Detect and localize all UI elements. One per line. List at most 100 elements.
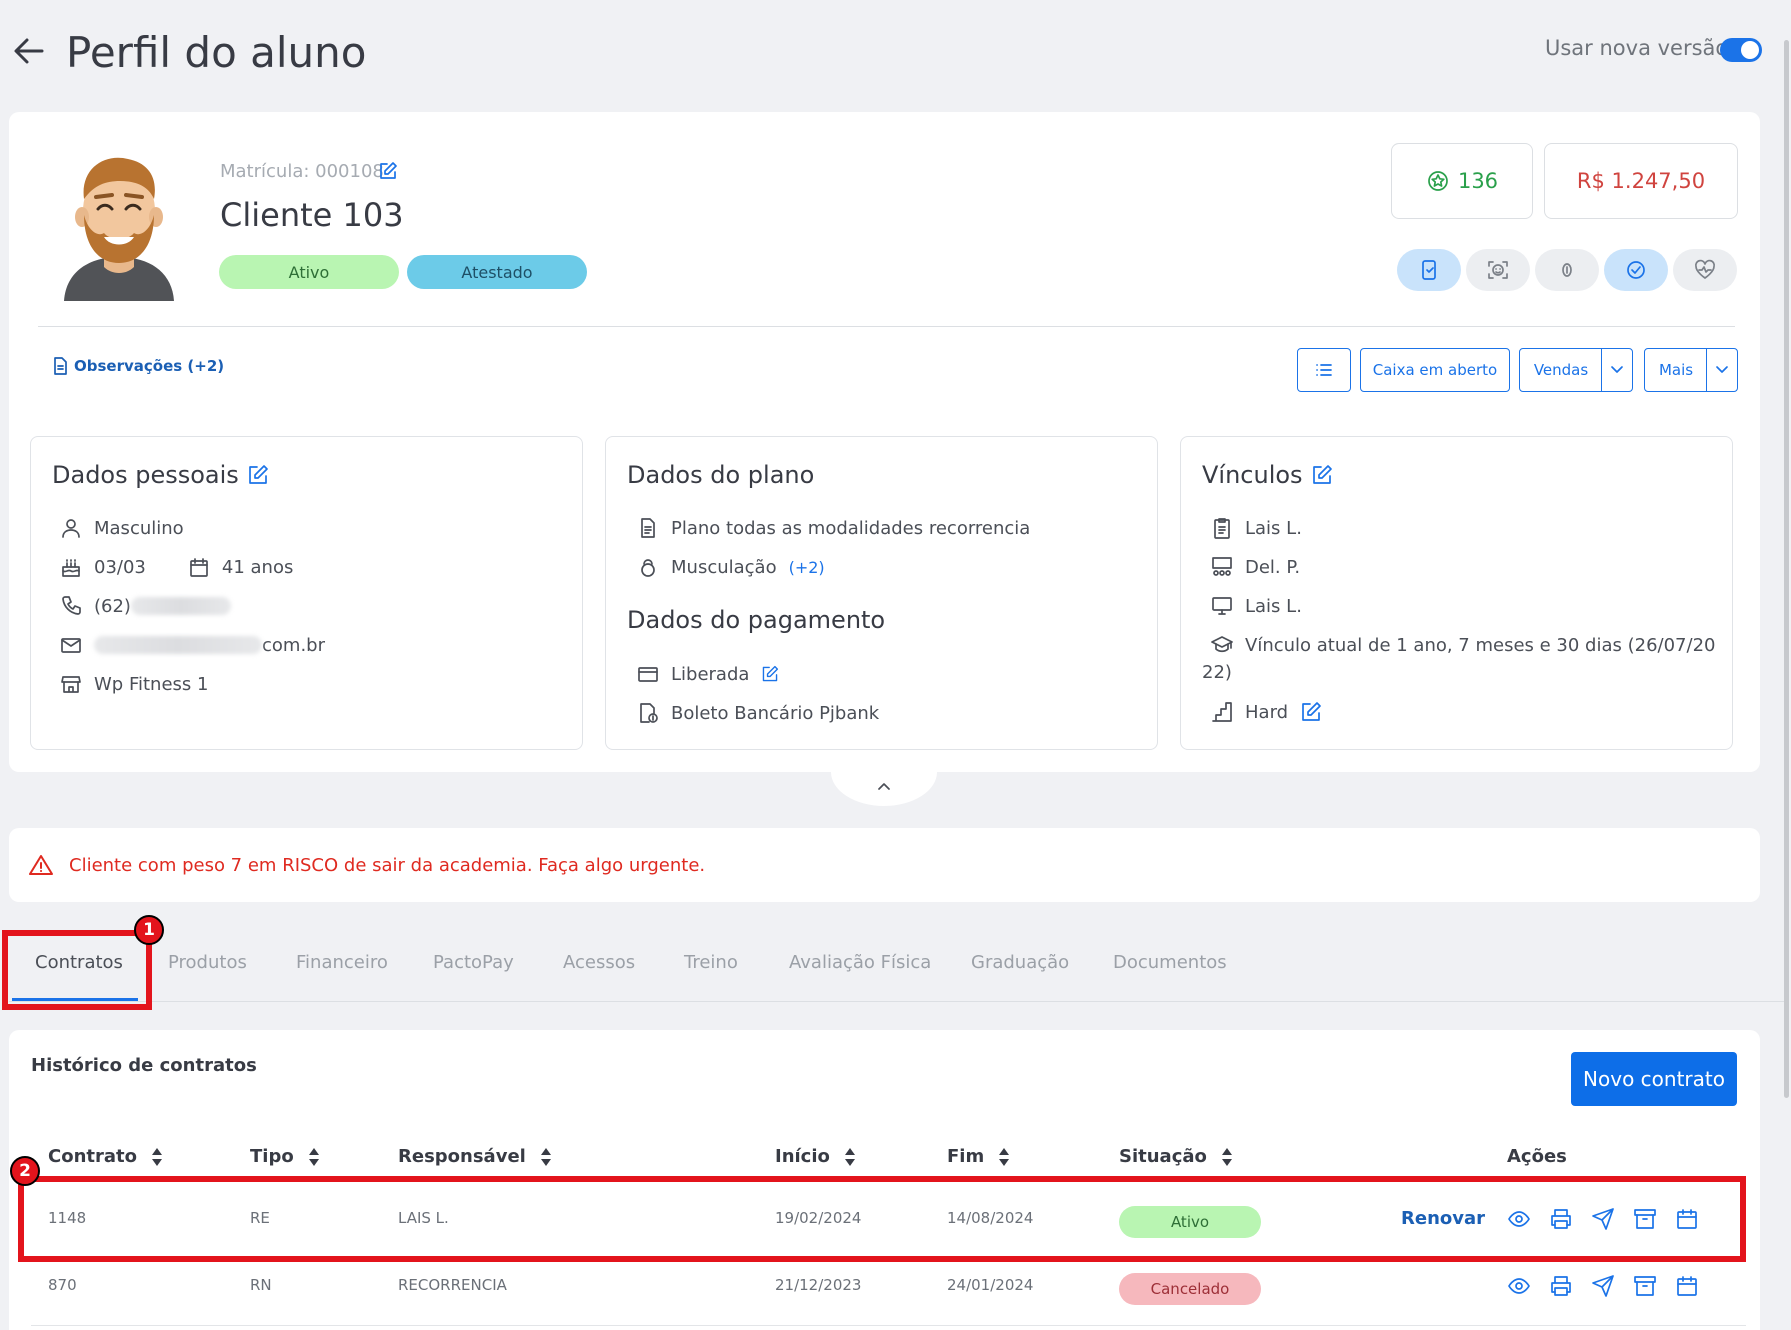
balance-box[interactable]: R$ 1.247,50 — [1544, 143, 1738, 219]
row-divider — [31, 1325, 1746, 1326]
column-header-label: Responsável — [398, 1146, 526, 1167]
heart-pulse-icon — [1694, 259, 1716, 281]
annotation-marker-2: 2 — [10, 1156, 40, 1186]
face-recognition-button[interactable] — [1466, 249, 1530, 291]
phone-icon — [60, 595, 82, 617]
column-header-tipo[interactable]: Tipo — [250, 1146, 320, 1167]
plan-data-title-text: Dados do plano — [627, 461, 815, 489]
birthday-value: 03/03 — [94, 556, 146, 578]
mais-dropdown-button[interactable] — [1706, 348, 1738, 392]
send-icon[interactable] — [1591, 1274, 1615, 1298]
points-icon — [1426, 169, 1450, 193]
print-icon[interactable] — [1549, 1274, 1573, 1298]
tab-financeiro[interactable]: Financeiro — [296, 952, 388, 973]
professor-value: Del. P. — [1245, 556, 1301, 578]
gender-value: Masculino — [94, 517, 184, 539]
chevron-up-icon — [876, 781, 892, 791]
sort-icon[interactable] — [308, 1147, 320, 1167]
table-cell-fim: 24/01/2024 — [947, 1276, 1034, 1294]
consultant-value: Lais L. — [1245, 517, 1302, 539]
collapse-button[interactable] — [831, 766, 937, 806]
new-version-toggle[interactable] — [1720, 38, 1762, 62]
observations-label: Observações (+2) — [74, 357, 225, 375]
archive-icon[interactable] — [1633, 1274, 1657, 1298]
tab-produtos[interactable]: Produtos — [168, 952, 247, 973]
fingerprint-icon — [1556, 259, 1578, 281]
new-contract-button[interactable]: Novo contrato — [1571, 1052, 1737, 1106]
professor-row: Del. P. — [1211, 556, 1300, 578]
monitor-icon — [1211, 595, 1233, 617]
tab-treino[interactable]: Treino — [684, 952, 738, 973]
current-link-value-cont: 22) — [1202, 662, 1232, 683]
page-scrollbar[interactable] — [1784, 40, 1789, 1098]
sort-icon[interactable] — [1221, 1147, 1233, 1167]
column-header-inicio[interactable]: Início — [775, 1146, 856, 1167]
payment-data-title: Dados do pagamento — [627, 606, 885, 634]
column-header-contrato[interactable]: Contrato — [48, 1146, 163, 1167]
column-header-label: Situação — [1119, 1146, 1207, 1167]
mail-icon — [60, 634, 82, 656]
tab-documentos[interactable]: Documentos — [1113, 952, 1227, 973]
status-badge-atestado: Atestado — [407, 255, 587, 289]
table-cell-responsavel: RECORRENCIA — [398, 1276, 507, 1294]
contracts-history-title: Histórico de contratos — [31, 1055, 257, 1076]
caixa-em-aberto-button[interactable]: Caixa em aberto — [1360, 348, 1510, 392]
teacher-icon — [1211, 556, 1233, 578]
phone-row: (62) — [60, 595, 231, 617]
list-button[interactable] — [1297, 348, 1351, 392]
face-scan-icon — [1487, 259, 1509, 281]
points-value: 136 — [1457, 169, 1499, 193]
calendar-icon[interactable] — [1675, 1274, 1699, 1298]
user-icon — [60, 517, 82, 539]
chevron-down-icon — [1715, 365, 1729, 375]
edit-payment-icon[interactable] — [761, 665, 779, 683]
sort-icon[interactable] — [151, 1147, 163, 1167]
edit-enrollment-icon[interactable] — [378, 161, 398, 181]
cake-icon — [60, 556, 82, 578]
edit-personal-data-icon[interactable] — [247, 464, 269, 486]
alert-text: Cliente com peso 7 em RISCO de sair da a… — [69, 854, 706, 876]
payment-status-row: Liberada — [637, 663, 779, 685]
payment-status-value: Liberada — [671, 663, 750, 685]
payment-method-value: Boleto Bancário Pjbank — [671, 702, 880, 724]
view-eye-icon[interactable] — [1507, 1274, 1531, 1298]
tab-pactopay[interactable]: PactoPay — [433, 952, 514, 973]
tab-acessos[interactable]: Acessos — [563, 952, 635, 973]
table-cell-inicio: 21/12/2023 — [775, 1276, 862, 1294]
tab-avaliacao-fisica[interactable]: Avaliação Física — [789, 952, 931, 973]
column-header-fim[interactable]: Fim — [947, 1146, 1010, 1167]
check-status-button[interactable] — [1604, 249, 1668, 291]
column-header-label: Fim — [947, 1146, 985, 1167]
vendas-dropdown-button[interactable] — [1601, 348, 1633, 392]
payment-method-row: Boleto Bancário Pjbank — [637, 702, 879, 724]
observations-link[interactable]: Observações (+2) — [52, 357, 224, 375]
plan-data-title: Dados do plano — [627, 461, 814, 489]
health-button[interactable] — [1673, 249, 1737, 291]
mobile-app-button[interactable] — [1397, 249, 1461, 291]
sort-icon[interactable] — [998, 1147, 1010, 1167]
sort-icon[interactable] — [844, 1147, 856, 1167]
personal-data-title-text: Dados pessoais — [52, 461, 239, 489]
links-title-text: Vínculos — [1202, 461, 1303, 489]
column-header-label: Início — [775, 1146, 830, 1167]
current-link-value: Vínculo atual de 1 ano, 7 meses e 30 dia… — [1245, 634, 1716, 656]
edit-links-icon[interactable] — [1311, 464, 1333, 486]
document-icon — [52, 357, 68, 375]
column-header-responsavel[interactable]: Responsável — [398, 1146, 552, 1167]
vendas-button[interactable]: Vendas — [1519, 348, 1603, 392]
plan-value: Plano todas as modalidades recorrencia — [671, 517, 1031, 539]
sort-icon[interactable] — [540, 1147, 552, 1167]
gender-row: Masculino — [60, 517, 184, 539]
mais-button[interactable]: Mais — [1644, 348, 1708, 392]
column-header-situacao[interactable]: Situação — [1119, 1146, 1233, 1167]
edit-level-icon[interactable] — [1300, 701, 1322, 723]
modality-more-link[interactable]: (+2) — [789, 558, 825, 577]
fingerprint-button[interactable] — [1535, 249, 1599, 291]
points-box[interactable]: 136 — [1391, 143, 1533, 219]
credit-card-icon — [637, 663, 659, 685]
tab-graduacao[interactable]: Graduação — [971, 952, 1069, 973]
annotation-marker-1: 1 — [134, 915, 164, 945]
payment-data-title-text: Dados do pagamento — [627, 606, 886, 634]
balance-value: R$ 1.247,50 — [1576, 169, 1706, 193]
back-arrow-icon[interactable] — [12, 34, 46, 68]
